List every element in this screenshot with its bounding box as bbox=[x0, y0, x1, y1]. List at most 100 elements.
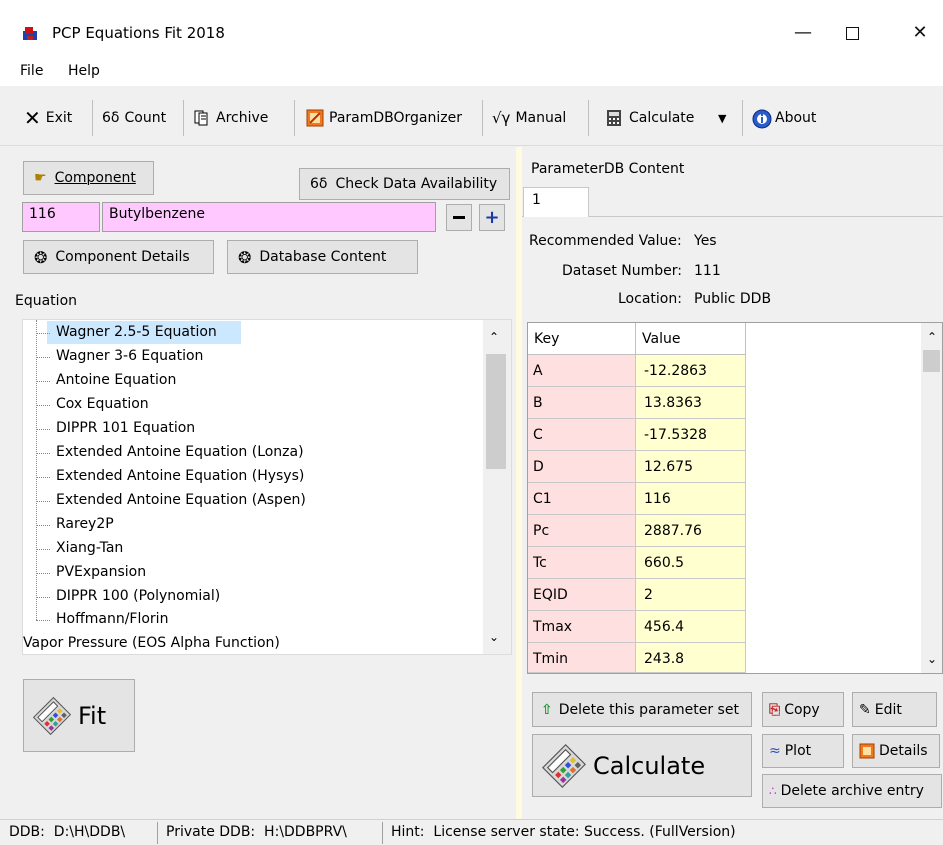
tree-item-rarey2p[interactable]: Rarey2P bbox=[56, 513, 114, 535]
paramdb-organizer-button[interactable]: ParamDBOrganizer bbox=[306, 104, 462, 132]
decrement-button[interactable] bbox=[446, 204, 472, 231]
status-hint: Hint: License server state: Success. (Fu… bbox=[391, 824, 736, 840]
table-scrollbar[interactable] bbox=[921, 323, 942, 673]
table-header-value[interactable]: Value bbox=[636, 323, 746, 355]
table-row-key[interactable]: Tmin bbox=[528, 643, 636, 673]
table-header-key[interactable]: Key bbox=[528, 323, 636, 355]
plot-button[interactable]: ≈ Plot bbox=[762, 734, 844, 768]
check-data-availability-button[interactable]: 6δ Check Data Availability bbox=[299, 168, 510, 200]
about-button[interactable]: About bbox=[752, 104, 816, 132]
recommended-value: Yes bbox=[694, 233, 717, 249]
minus-icon bbox=[453, 216, 465, 219]
table-row-value[interactable]: 2887.76 bbox=[636, 515, 746, 547]
table-row-key[interactable]: Tc bbox=[528, 547, 636, 579]
copy-button[interactable]: ⎘ Copy bbox=[762, 692, 844, 727]
database-icon: ❂ bbox=[238, 247, 252, 267]
table-row-key[interactable]: C1 bbox=[528, 483, 636, 515]
table-scrollbar-thumb[interactable] bbox=[923, 350, 940, 372]
calculate-button[interactable]: Calculate bbox=[532, 734, 752, 797]
chevron-down-icon: ▼ bbox=[718, 111, 727, 125]
tree-scrollbar-thumb[interactable] bbox=[486, 354, 506, 469]
tree-item-hoffmann-florin[interactable]: Hoffmann/Florin bbox=[56, 608, 168, 630]
tree-group-vapor-pressure-eos[interactable]: Vapor Pressure (EOS Alpha Function) bbox=[23, 632, 280, 654]
scroll-down-icon[interactable]: ⌄ bbox=[927, 652, 937, 666]
menu-file[interactable]: File bbox=[20, 63, 43, 79]
fit-button[interactable]: Fit bbox=[23, 679, 135, 752]
table-row-value[interactable]: -17.5328 bbox=[636, 419, 746, 451]
table-row-value[interactable]: 243.8 bbox=[636, 643, 746, 673]
maximize-icon bbox=[845, 26, 859, 40]
status-separator bbox=[382, 822, 383, 844]
tree-item-xiang-tan[interactable]: Xiang-Tan bbox=[56, 537, 123, 559]
component-button[interactable]: ☛ Component bbox=[23, 161, 154, 195]
glasses-icon: 6δ bbox=[310, 176, 328, 192]
window-title: PCP Equations Fit 2018 bbox=[52, 24, 225, 42]
tree-item-wagner-3-6[interactable]: Wagner 3-6 Equation bbox=[56, 345, 203, 367]
maximize-button[interactable] bbox=[829, 18, 875, 48]
table-row-value[interactable]: 12.675 bbox=[636, 451, 746, 483]
table-row-key[interactable]: D bbox=[528, 451, 636, 483]
dataset-label: Dataset Number: bbox=[562, 263, 682, 279]
increment-button[interactable]: + bbox=[479, 204, 505, 231]
tab-1[interactable]: 1 bbox=[523, 187, 589, 217]
count-button[interactable]: 6δ Count bbox=[102, 104, 166, 132]
tree-item-antoine[interactable]: Antoine Equation bbox=[56, 369, 176, 391]
details-icon bbox=[859, 743, 875, 759]
tree-line bbox=[36, 320, 37, 620]
database-content-button[interactable]: ❂ Database Content bbox=[227, 240, 418, 274]
delete-parameter-set-button[interactable]: ⇧ Delete this parameter set bbox=[532, 692, 752, 727]
table-row-value[interactable]: 456.4 bbox=[636, 611, 746, 643]
edit-button[interactable]: ✎ Edit bbox=[852, 692, 937, 727]
calculate-dropdown[interactable]: ▼ bbox=[718, 104, 726, 132]
manual-button[interactable]: √γ Manual bbox=[492, 104, 566, 132]
table-row-key[interactable]: A bbox=[528, 355, 636, 387]
toolbar-separator bbox=[183, 100, 184, 136]
minimize-icon: — bbox=[794, 22, 812, 43]
table-row-value[interactable]: -12.2863 bbox=[636, 355, 746, 387]
exit-button[interactable]: ✕ Exit bbox=[24, 104, 72, 132]
scroll-up-icon[interactable]: ⌃ bbox=[489, 330, 499, 344]
component-details-button[interactable]: ❂ Component Details bbox=[23, 240, 214, 274]
table-row-key[interactable]: Tmax bbox=[528, 611, 636, 643]
calculator-icon bbox=[32, 696, 72, 736]
table-row-key[interactable]: C bbox=[528, 419, 636, 451]
component-name-field[interactable]: Butylbenzene bbox=[102, 202, 436, 232]
table-row-key[interactable]: EQID bbox=[528, 579, 636, 611]
calculate-toolbar-button[interactable]: Calculate bbox=[606, 104, 694, 132]
table-row-value[interactable]: 13.8363 bbox=[636, 387, 746, 419]
plus-icon: + bbox=[484, 207, 500, 228]
archive-icon bbox=[193, 109, 211, 127]
status-private-ddb: Private DDB: H:\DDBPRV\ bbox=[166, 824, 347, 840]
tree-item-cox[interactable]: Cox Equation bbox=[56, 393, 149, 415]
tree-item-dippr-101[interactable]: DIPPR 101 Equation bbox=[56, 417, 195, 439]
paramdb-icon bbox=[306, 109, 324, 127]
details-button[interactable]: Details bbox=[852, 734, 940, 768]
delete-archive-entry-button[interactable]: ∴ Delete archive entry bbox=[762, 774, 942, 808]
toolbar-separator bbox=[482, 100, 483, 136]
tree-item-ext-antoine-aspen[interactable]: Extended Antoine Equation (Aspen) bbox=[56, 489, 306, 511]
equation-label: Equation bbox=[15, 293, 78, 309]
scroll-up-icon[interactable]: ⌃ bbox=[927, 330, 937, 344]
scroll-down-icon[interactable]: ⌄ bbox=[489, 630, 499, 644]
table-row-value[interactable]: 116 bbox=[636, 483, 746, 515]
menu-help[interactable]: Help bbox=[68, 63, 100, 79]
table-row-key[interactable]: Pc bbox=[528, 515, 636, 547]
calculator-icon bbox=[606, 109, 624, 127]
archive-button[interactable]: Archive bbox=[193, 104, 268, 132]
tree-item-dippr-100[interactable]: DIPPR 100 (Polynomial) bbox=[56, 585, 220, 607]
table-row-value[interactable]: 2 bbox=[636, 579, 746, 611]
tree-item-ext-antoine-lonza[interactable]: Extended Antoine Equation (Lonza) bbox=[56, 441, 304, 463]
close-button[interactable]: ✕ bbox=[897, 18, 943, 48]
table-row-key[interactable]: B bbox=[528, 387, 636, 419]
tree-item-ext-antoine-hysys[interactable]: Extended Antoine Equation (Hysys) bbox=[56, 465, 304, 487]
table-row-value[interactable]: 660.5 bbox=[636, 547, 746, 579]
tree-item-wagner-2-5-5[interactable]: Wagner 2.5-5 Equation bbox=[56, 321, 217, 343]
arrow-up-icon: ⇧ bbox=[541, 701, 553, 718]
menu-bar bbox=[0, 60, 943, 86]
minimize-button[interactable]: — bbox=[780, 18, 826, 48]
component-icon: ☛ bbox=[34, 170, 47, 186]
component-id-field[interactable]: 116 bbox=[22, 202, 100, 232]
toolbar-separator bbox=[742, 100, 743, 136]
toolbar-separator bbox=[294, 100, 295, 136]
tree-item-pvexpansion[interactable]: PVExpansion bbox=[56, 561, 146, 583]
